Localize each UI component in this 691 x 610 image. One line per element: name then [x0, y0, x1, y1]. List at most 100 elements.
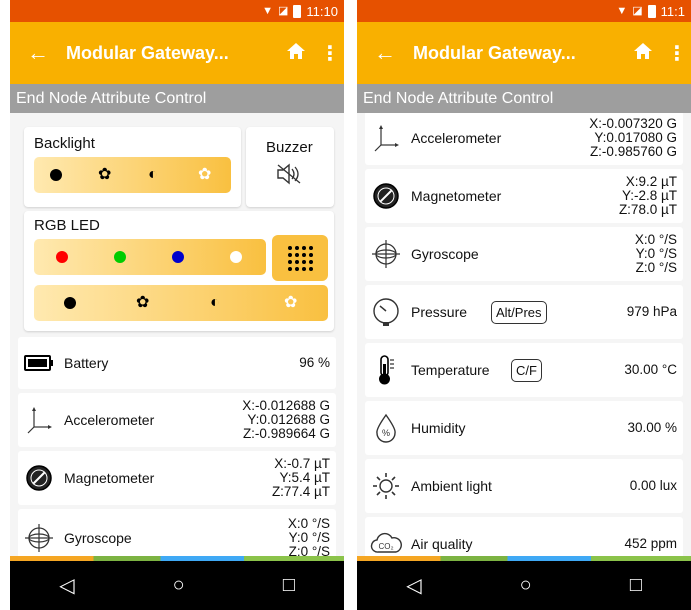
back-arrow-icon[interactable]: ← [357, 40, 413, 66]
section-header: End Node Attribute Control [10, 84, 344, 113]
mag-x: X:9.2 µT [625, 174, 677, 189]
system-nav-bar: ◁ ○ □ [10, 556, 344, 610]
backlight-card: Backlight ✿ ◐ ✿ [24, 127, 241, 207]
accelerometer-row: Accelerometer X:-0.007320 G Y:0.017080 G… [365, 113, 683, 165]
backlight-medium-button[interactable]: ◐ [148, 167, 158, 183]
magnetometer-row: Magnetometer X:-0.7 µT Y:5.4 µT Z:77.4 µ… [18, 451, 336, 505]
wifi-icon: ▼ [616, 4, 628, 17]
status-bar: ▼ ◪ 11:1 [357, 0, 691, 22]
app-bar: ← Modular Gateway... ⋮ [10, 22, 344, 84]
accelerometer-label: Accelerometer [64, 412, 155, 428]
more-vert-icon[interactable]: ⋮ [663, 41, 691, 66]
accelerometer-icon [365, 123, 407, 153]
more-vert-icon[interactable]: ⋮ [316, 41, 344, 66]
color-grid-button[interactable] [272, 235, 328, 281]
rgb-color-bar [34, 239, 266, 275]
battery-row: Battery 96 % [18, 337, 336, 389]
backlight-off-button[interactable] [50, 169, 62, 181]
alt-pres-toggle-button[interactable]: Alt/Pres [491, 300, 547, 324]
rgb-red-button[interactable] [56, 251, 68, 263]
gyro-z: Z:0 °/S [288, 544, 330, 557]
attribute-list[interactable]: Backlight ✿ ◐ ✿ Buzzer RGB LED ✿ ◐ ✿ Bat… [10, 113, 344, 556]
nav-back-icon[interactable]: ◁ [59, 573, 74, 598]
rgb-led-label: RGB LED [34, 217, 100, 234]
nav-recents-icon[interactable]: □ [630, 574, 642, 597]
magnetometer-values: X:-0.7 µT Y:5.4 µT Z:77.4 µT [272, 457, 336, 499]
battery-icon [18, 355, 60, 371]
mag-y: Y:-2.8 µT [621, 188, 677, 203]
co2-cloud-icon: CO₂ [365, 532, 407, 556]
gyroscope-values: X:0 °/S Y:0 °/S Z:0 °/S [635, 233, 683, 275]
gyro-y: Y:0 °/S [288, 530, 330, 545]
gyroscope-row: Gyroscope X:0 °/S Y:0 °/S Z:0 °/S [365, 227, 683, 281]
gyroscope-row: Gyroscope X:0 °/S Y:0 °/S Z:0 °/S [18, 509, 336, 556]
system-nav-bar: ◁ ○ □ [357, 556, 691, 610]
status-time: 11:1 [660, 3, 685, 19]
nav-home-icon[interactable]: ○ [520, 574, 532, 597]
accelerometer-label: Accelerometer [411, 130, 502, 146]
grid-dots-icon [288, 246, 313, 271]
battery-value: 96 % [299, 355, 330, 370]
nav-home-icon[interactable]: ○ [173, 574, 185, 597]
rgb-white-button[interactable] [230, 251, 242, 263]
status-bar: ▼ ◪ 11:10 [10, 0, 344, 22]
rgb-brightness-bar: ✿ ◐ ✿ [34, 285, 328, 321]
compass-icon [18, 464, 60, 492]
backlight-high-button[interactable]: ✿ [198, 167, 211, 183]
mag-z: Z:77.4 µT [271, 484, 330, 499]
gyro-x: X:0 °/S [634, 232, 677, 247]
svg-text:CO₂: CO₂ [378, 542, 393, 551]
rgb-medium-button[interactable]: ◐ [210, 295, 220, 311]
rgb-green-button[interactable] [114, 251, 126, 263]
air-quality-label: Air quality [411, 536, 473, 552]
attribute-list[interactable]: Accelerometer X:-0.007320 G Y:0.017080 G… [357, 113, 691, 556]
magnetometer-label: Magnetometer [411, 188, 502, 204]
temperature-value: 30.00 °C [624, 362, 677, 377]
air-quality-row: CO₂ Air quality 452 ppm [365, 517, 683, 556]
nav-back-icon[interactable]: ◁ [406, 573, 421, 598]
celsius-fahrenheit-toggle-button[interactable]: C/F [511, 358, 542, 382]
app-bar: ← Modular Gateway... ⋮ [357, 22, 691, 84]
gyroscope-values: X:0 °/S Y:0 °/S Z:0 °/S [287, 516, 336, 557]
accel-y: Y:0.017080 G [594, 130, 677, 145]
buzzer-card[interactable]: Buzzer [246, 127, 334, 207]
rgb-off-button[interactable] [64, 297, 76, 309]
accelerometer-values: X:-0.007320 G Y:0.017080 G Z:-0.985760 G [589, 117, 683, 159]
magnetometer-label: Magnetometer [64, 470, 155, 486]
accelerometer-row: Accelerometer X:-0.012688 G Y:0.012688 G… [18, 393, 336, 447]
mag-y: Y:5.4 µT [279, 470, 330, 485]
gyro-y: Y:0 °/S [635, 246, 677, 261]
backlight-label: Backlight [34, 135, 95, 152]
home-icon[interactable] [276, 42, 316, 64]
speaker-mute-icon[interactable] [276, 163, 304, 190]
pressure-value: 979 hPa [626, 304, 677, 319]
buzzer-label: Buzzer [266, 139, 313, 156]
air-quality-value: 452 ppm [624, 536, 677, 551]
nav-recents-icon[interactable]: □ [283, 574, 295, 597]
wifi-icon: ▼ [262, 4, 274, 17]
mag-x: X:-0.7 µT [274, 456, 330, 471]
home-icon[interactable] [623, 42, 663, 64]
rgb-led-card: RGB LED ✿ ◐ ✿ [24, 211, 334, 331]
gyroscope-icon [18, 523, 60, 553]
magnetometer-values: X:9.2 µT Y:-2.8 µT Z:78.0 µT [619, 175, 683, 217]
status-time: 11:10 [306, 3, 338, 19]
backlight-level-bar: ✿ ◐ ✿ [34, 157, 231, 193]
accel-y: Y:0.012688 G [247, 412, 330, 427]
rgb-low-button[interactable]: ✿ [136, 295, 149, 311]
back-arrow-icon[interactable]: ← [10, 40, 66, 66]
rgb-high-button[interactable]: ✿ [284, 295, 297, 311]
ambient-light-label: Ambient light [411, 478, 492, 494]
rgb-blue-button[interactable] [172, 251, 184, 263]
gyroscope-icon [365, 239, 407, 269]
accel-z: Z:-0.985760 G [589, 144, 677, 159]
backlight-low-button[interactable]: ✿ [98, 167, 111, 183]
humidity-drop-icon: % [365, 413, 407, 443]
temperature-row: Temperature C/F 30.00 °C [365, 343, 683, 397]
accel-x: X:-0.007320 G [589, 116, 677, 131]
gyro-x: X:0 °/S [287, 516, 330, 531]
gyro-z: Z:0 °/S [635, 260, 677, 275]
gyroscope-label: Gyroscope [64, 530, 132, 546]
battery-label: Battery [64, 355, 109, 371]
app-title: Modular Gateway... [66, 42, 229, 63]
